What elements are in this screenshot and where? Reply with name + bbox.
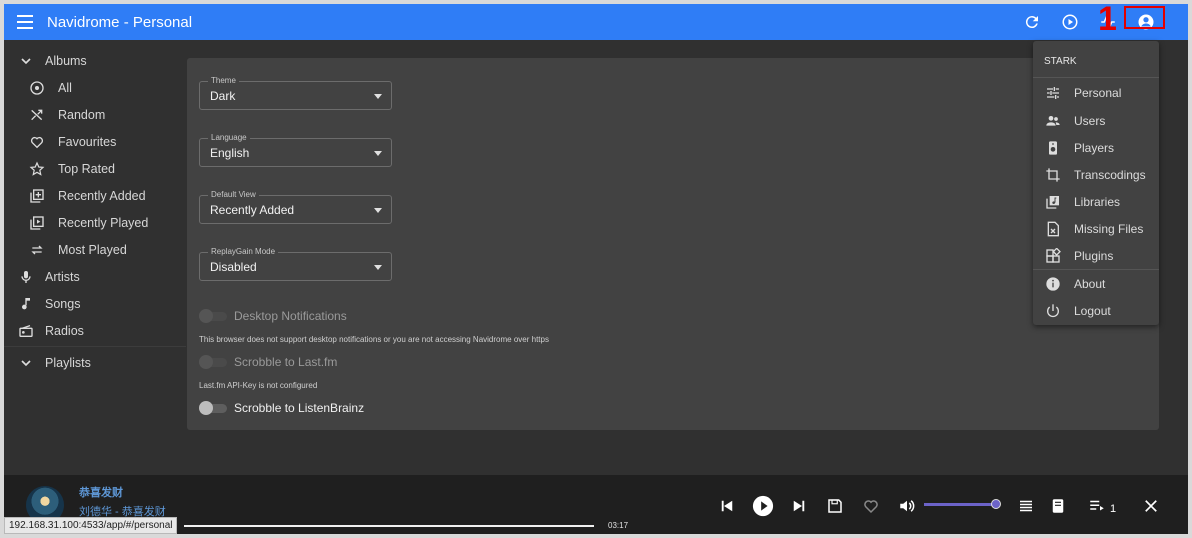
menu-item-players[interactable]: Players	[1033, 134, 1159, 161]
replaygain-select[interactable]: ReplayGain Mode Disabled	[199, 247, 392, 281]
default-view-value: Recently Added	[210, 203, 295, 217]
app-title: Navidrome - Personal	[47, 13, 193, 31]
crop-icon	[1044, 166, 1062, 184]
playlist-play-icon	[28, 214, 46, 232]
scrobble-lastfm-toggle[interactable]	[199, 355, 229, 369]
progress-bar[interactable]	[184, 525, 594, 527]
close-icon[interactable]	[1138, 493, 1164, 519]
menu-item-missing-files[interactable]: Missing Files	[1033, 215, 1159, 242]
app-window: Navidrome - Personal 1 2 3 Albums	[0, 0, 1192, 538]
library-music-icon	[1044, 193, 1062, 211]
play-circle-icon[interactable]	[1058, 10, 1082, 34]
menu-item-logout[interactable]: Logout	[1033, 297, 1159, 324]
default-view-label: Default View	[208, 190, 259, 199]
default-view-select[interactable]: Default View Recently Added	[199, 190, 392, 224]
sidebar-item-top-rated[interactable]: Top Rated	[4, 155, 186, 182]
scrobble-listenbrainz-label: Scrobble to ListenBrainz	[234, 401, 365, 415]
replaygain-label: ReplayGain Mode	[208, 247, 279, 256]
repeat-icon	[28, 241, 46, 259]
sidebar-item-most-played[interactable]: Most Played	[4, 236, 186, 263]
annotation-1: 1	[1098, 0, 1117, 38]
desktop-notifications-toggle[interactable]	[199, 309, 229, 323]
menu-divider	[1033, 77, 1159, 78]
scrobble-lastfm-note: Last.fm API-Key is not configured	[199, 381, 318, 390]
theme-label: Theme	[208, 76, 239, 85]
heart-icon	[28, 133, 46, 151]
menu-item-plugins[interactable]: Plugins	[1033, 242, 1159, 269]
plugins-icon	[1044, 247, 1062, 265]
sidebar-item-albums[interactable]: Albums	[4, 47, 186, 74]
dropdown-arrow-icon	[374, 208, 382, 213]
theme-value: Dark	[210, 89, 236, 103]
menu-item-libraries[interactable]: Libraries	[1033, 188, 1159, 215]
desktop-notifications-label: Desktop Notifications	[234, 309, 347, 323]
previous-icon[interactable]	[714, 493, 740, 519]
time-display: 03:17	[608, 521, 629, 530]
next-icon[interactable]	[786, 493, 812, 519]
chevron-down-icon	[17, 354, 35, 372]
sidebar-item-artists[interactable]: Artists	[4, 263, 186, 290]
desktop-notifications-note: This browser does not support desktop no…	[199, 335, 549, 344]
menu-item-about[interactable]: About	[1033, 270, 1159, 297]
play-icon[interactable]	[750, 493, 776, 519]
info-icon	[1044, 275, 1062, 293]
power-icon	[1044, 302, 1062, 320]
sidebar-item-favourites[interactable]: Favourites	[4, 128, 186, 155]
menu-item-transcodings[interactable]: Transcodings	[1033, 161, 1159, 188]
sidebar-item-random[interactable]: Random	[4, 101, 186, 128]
scrobble-lastfm-label: Scrobble to Last.fm	[234, 355, 338, 369]
shuffle-icon	[28, 106, 46, 124]
menu-item-personal[interactable]: Personal	[1033, 79, 1159, 106]
dropdown-arrow-icon	[374, 265, 382, 270]
volume-knob[interactable]	[991, 499, 1001, 509]
song-title[interactable]: 恭喜发财	[79, 484, 123, 500]
status-url: 192.168.31.100:4533/app/#/personal	[4, 517, 178, 534]
queue-count: 1	[1110, 503, 1117, 515]
username: STARK	[1044, 56, 1077, 67]
menu-icon[interactable]	[17, 15, 33, 29]
personal-settings-panel: Theme Dark Language English Default View…	[187, 58, 1159, 430]
menu-item-users[interactable]: Users	[1033, 107, 1159, 134]
annotation-box-account	[1124, 6, 1165, 29]
dropdown-arrow-icon	[374, 151, 382, 156]
mic-icon	[17, 268, 35, 286]
sidebar-divider	[4, 346, 186, 347]
library-add-icon	[28, 187, 46, 205]
sidebar-item-recently-added[interactable]: Recently Added	[4, 182, 186, 209]
speaker-icon	[1044, 139, 1062, 157]
tune-icon	[1044, 84, 1062, 102]
sidebar-item-radios[interactable]: Radios	[4, 317, 186, 344]
lyrics-icon[interactable]	[1013, 493, 1039, 519]
save-icon[interactable]	[822, 493, 848, 519]
player-bar: 恭喜发财 刘德华 - 恭喜发财 03:17	[4, 475, 1188, 534]
user-menu: STARK Personal Users Players Transcoding…	[1033, 41, 1159, 325]
sidebar-item-recently-played[interactable]: Recently Played	[4, 209, 186, 236]
music-note-icon	[17, 295, 35, 313]
replaygain-value: Disabled	[210, 260, 257, 274]
volume-icon[interactable]	[894, 493, 920, 519]
chevron-down-icon	[17, 52, 35, 70]
theme-select[interactable]: Theme Dark	[199, 76, 392, 110]
file-missing-icon	[1044, 220, 1062, 238]
star-icon	[28, 160, 46, 178]
language-select[interactable]: Language English	[199, 133, 392, 167]
player-controls	[714, 493, 920, 519]
sidebar-item-songs[interactable]: Songs	[4, 290, 186, 317]
people-icon	[1044, 112, 1062, 130]
playlist-queue-icon[interactable]	[1084, 493, 1110, 519]
dropdown-arrow-icon	[374, 94, 382, 99]
scrobble-listenbrainz-toggle[interactable]	[199, 401, 229, 415]
radio-icon	[17, 322, 35, 340]
sidebar-item-playlists[interactable]: Playlists	[4, 349, 186, 376]
refresh-icon[interactable]	[1020, 10, 1044, 34]
queue-book-icon[interactable]	[1045, 493, 1071, 519]
language-label: Language	[208, 133, 250, 142]
disc-icon	[28, 79, 46, 97]
app-bar: Navidrome - Personal	[4, 4, 1188, 40]
volume-slider[interactable]	[924, 499, 1001, 509]
language-value: English	[210, 146, 250, 160]
sidebar: Albums All Random Favourites Top Rated R…	[4, 40, 186, 474]
sidebar-item-all[interactable]: All	[4, 74, 186, 101]
heart-icon[interactable]	[858, 493, 884, 519]
